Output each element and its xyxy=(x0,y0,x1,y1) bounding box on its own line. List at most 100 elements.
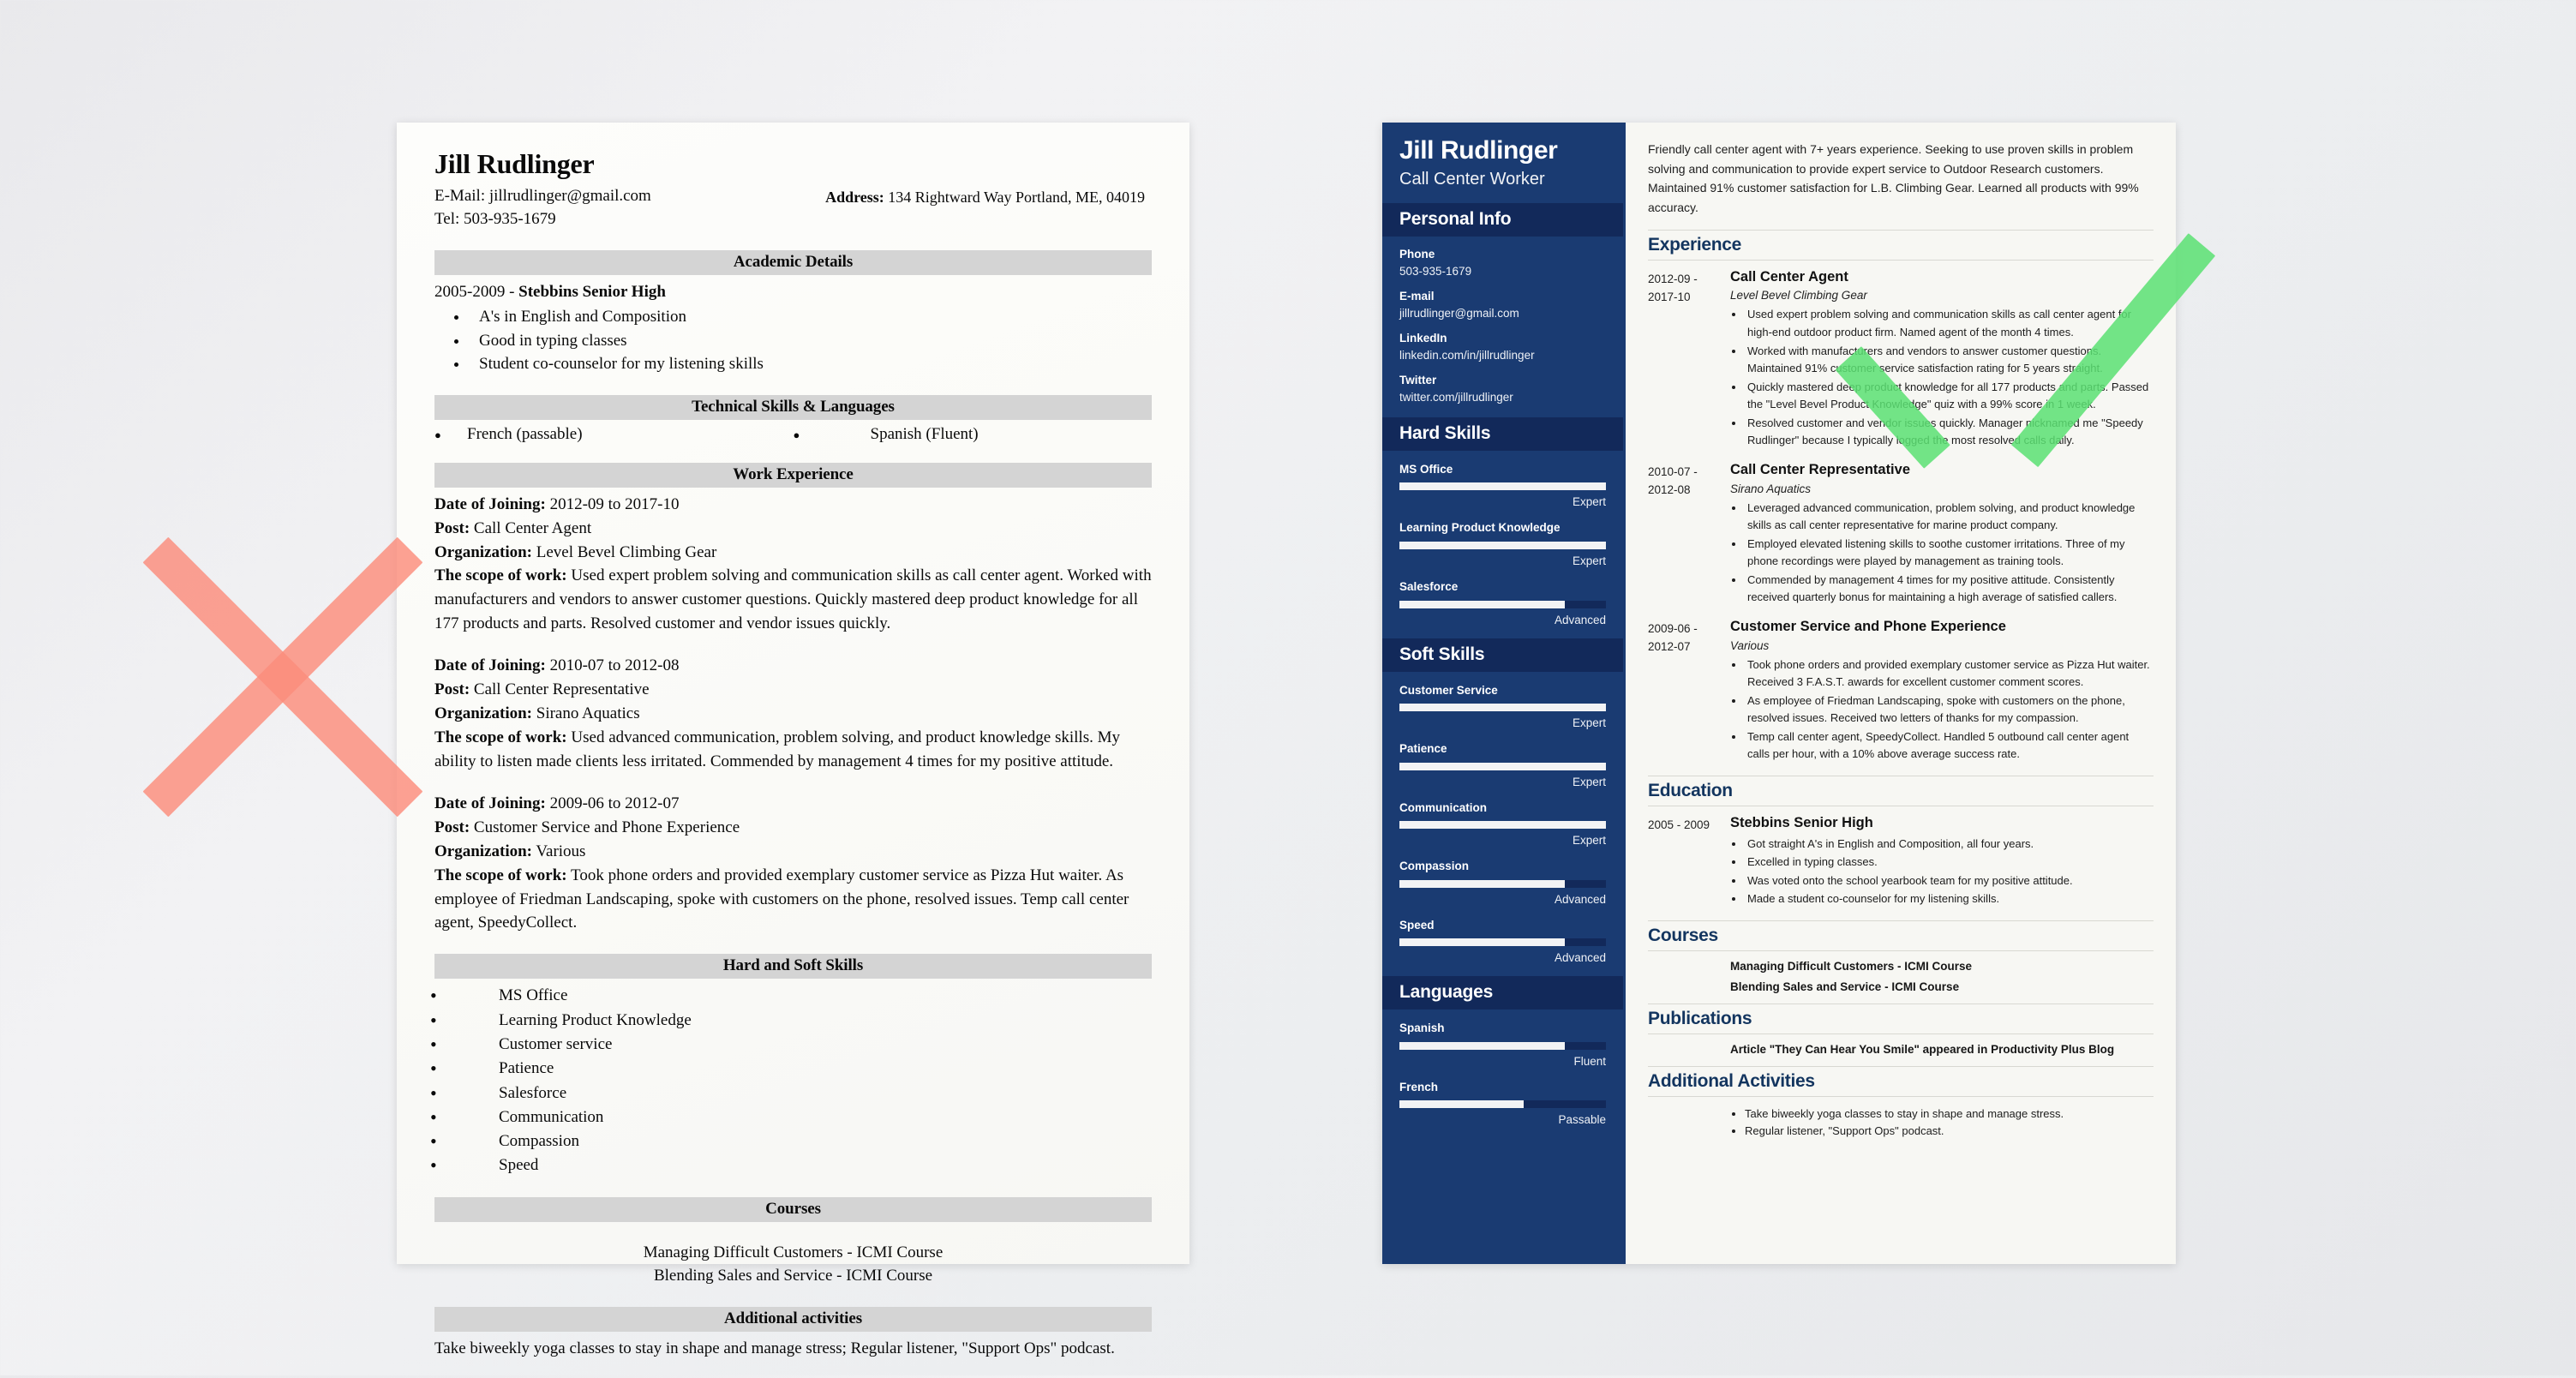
bad-job-post-value: Call Center Representative xyxy=(470,680,650,699)
bad-contact-left: E-Mail: jillrudlinger@gmail.com Tel: 503… xyxy=(434,185,651,231)
personal-info-label: Twitter xyxy=(1399,373,1437,386)
good-section-heading-education: Education xyxy=(1648,775,2154,806)
language-bar-track xyxy=(1399,1100,1606,1109)
list-item: As employee of Friedman Landscaping, spo… xyxy=(1745,692,2154,728)
bullet-icon: ● xyxy=(793,428,800,441)
skill-bar-fill xyxy=(1399,879,1565,888)
personal-info-value: linkedin.com/in/jillrudlinger xyxy=(1399,349,1535,362)
languages-body: Spanish Fluent French Passable xyxy=(1382,1010,1623,1138)
x-stroke xyxy=(142,536,423,818)
bad-job-org-value: Sirano Aquatics xyxy=(532,704,640,723)
entry-org: Various xyxy=(1730,638,1770,652)
entry-body: Call Center Representative Sirano Aquati… xyxy=(1722,462,2154,608)
skill-bar-fill xyxy=(1399,704,1606,712)
entry-bullets: Took phone orders and provided exemplary… xyxy=(1730,656,2154,764)
entry-org: Level Bevel Climbing Gear xyxy=(1730,289,1867,303)
list-item: MS Office xyxy=(430,982,1152,1010)
skill-level: Advanced xyxy=(1554,892,1606,906)
sidebar-header: Jill Rudlinger Call Center Worker xyxy=(1382,123,1623,203)
language-name: Spanish xyxy=(1399,1022,1445,1035)
experience-entry: 2010-07 - 2012-08 Call Center Representa… xyxy=(1648,462,2154,608)
skill-level: Expert xyxy=(1572,834,1606,848)
bad-address-label: Address: xyxy=(825,188,884,206)
bad-job-scope-label: The scope of work: xyxy=(434,566,567,585)
entry-bullets: Leveraged advanced communication, proble… xyxy=(1730,500,2154,607)
language-name: French xyxy=(1399,1080,1439,1093)
bad-job-post-value: Customer Service and Phone Experience xyxy=(470,818,740,836)
list-item: Was voted onto the school yearbook team … xyxy=(1745,872,2154,890)
personal-info-value: jillrudlinger@gmail.com xyxy=(1399,307,1519,321)
skill-bar-fill xyxy=(1399,938,1565,947)
language-bar-fill xyxy=(1399,1100,1524,1109)
bad-job-date-label: Date of Joining: xyxy=(434,794,546,812)
personal-info-body: Phone 503-935-1679 E-mail jillrudlinger@… xyxy=(1382,237,1623,417)
skill-level: Expert xyxy=(1572,716,1606,730)
skill-bar-fill xyxy=(1399,762,1606,770)
list-item: Good in typing classes xyxy=(469,329,1152,353)
good-candidate-role: Call Center Worker xyxy=(1399,169,1545,189)
skill-bar-track xyxy=(1399,704,1606,712)
course-item: Managing Difficult Customers - ICMI Cour… xyxy=(1730,959,1973,973)
bad-job-org-label: Organization: xyxy=(434,704,532,723)
list-item: Worked with manufacturers and vendors to… xyxy=(1745,343,2154,378)
entry-bullets: Used expert problem solving and communic… xyxy=(1730,306,2154,449)
list-item: Resolved customer and vendor issues quic… xyxy=(1745,415,2154,450)
list-item: Salesforce xyxy=(430,1080,1152,1108)
bad-job-post-label: Post: xyxy=(434,680,470,699)
bad-contact-row: E-Mail: jillrudlinger@gmail.com Tel: 503… xyxy=(434,185,1152,231)
bad-address-value: 134 Rightward Way Portland, ME, 04019 xyxy=(888,188,1145,206)
entry-title: Call Center Representative xyxy=(1730,461,1910,477)
bad-job-org-label: Organization: xyxy=(434,542,532,561)
list-item: Excelled in typing classes. xyxy=(1745,854,2154,872)
list-item: Learning Product Knowledge xyxy=(430,1007,1152,1035)
list-item: Take biweekly yoga classes to stay in sh… xyxy=(1745,1105,2154,1123)
skill-bar-track xyxy=(1399,879,1606,888)
bad-section-heading-additional: Additional activities xyxy=(434,1306,1152,1332)
list-item: Speed xyxy=(430,1152,1152,1180)
skill-bar-fill xyxy=(1399,600,1565,608)
list-item: Patience xyxy=(430,1055,1152,1083)
bad-job-entry: Date of Joining: 2010-07 to 2012-08 Post… xyxy=(434,654,1152,774)
bad-job-scope-label: The scope of work: xyxy=(434,728,567,747)
good-resume-page: Jill Rudlinger Call Center Worker Person… xyxy=(1382,123,2176,1264)
bad-school-years: 2005-2009 - xyxy=(434,282,519,301)
bullet-icon: ● xyxy=(434,428,441,441)
list-item: Employed elevated listening skills to so… xyxy=(1745,536,2154,571)
entry-date: 2005 - 2009 xyxy=(1648,818,1710,831)
bad-school-line: 2005-2009 - Stebbins Senior High xyxy=(434,280,1152,304)
bad-address-line: Address: 134 Rightward Way Portland, ME,… xyxy=(825,185,1152,209)
list-item: Communication xyxy=(430,1104,1152,1132)
list-item: Managing Difficult Customers - ICMI Cour… xyxy=(643,1243,944,1261)
skill-level: Advanced xyxy=(1554,613,1606,626)
bad-language-left-label: French (passable) xyxy=(467,424,583,443)
entry-title: Call Center Agent xyxy=(1730,268,1848,285)
skill-name: MS Office xyxy=(1399,462,1453,476)
additional-bullets: Take biweekly yoga classes to stay in sh… xyxy=(1730,1105,2154,1141)
personal-info-label: E-mail xyxy=(1399,289,1435,303)
sidebar-section-hard-skills: Hard Skills xyxy=(1382,416,1623,451)
entry-date: 2010-07 - 2012-08 xyxy=(1648,464,1698,496)
entry-date: 2012-09 - 2017-10 xyxy=(1648,272,1698,303)
bad-section-heading-technical: Technical Skills & Languages xyxy=(434,394,1152,420)
skill-level: Advanced xyxy=(1554,951,1606,965)
publication-item: Article "They Can Hear You Smile" appear… xyxy=(1730,1042,2115,1056)
bad-job-post-label: Post: xyxy=(434,818,470,836)
skill-bar-fill xyxy=(1399,541,1606,549)
comparison-stage: Jill Rudlinger E-Mail: jillrudlinger@gma… xyxy=(0,0,2576,1375)
entry-bullets: Got straight A's in English and Composit… xyxy=(1730,836,2154,908)
bad-candidate-name: Jill Rudlinger xyxy=(434,148,595,179)
language-bar-fill xyxy=(1399,1041,1565,1050)
hard-skills-body: MS Office Expert Learning Product Knowle… xyxy=(1382,451,1623,638)
list-item: Commended by management 4 times for my p… xyxy=(1745,572,2154,607)
entry-body: Customer Service and Phone Experience Va… xyxy=(1722,619,2154,764)
course-item: Blending Sales and Service - ICMI Course xyxy=(1730,980,1960,993)
personal-info-label: Phone xyxy=(1399,247,1435,261)
bad-section-heading-work: Work Experience xyxy=(434,462,1152,488)
bad-skills-list: MS Office Learning Product Knowledge Cus… xyxy=(430,982,1152,1180)
soft-skills-body: Customer Service Expert Patience Expert … xyxy=(1382,672,1623,977)
list-item: Student co-counselor for my listening sk… xyxy=(469,352,1152,376)
skill-name: Compassion xyxy=(1399,860,1470,873)
list-item: Got straight A's in English and Composit… xyxy=(1745,836,2154,854)
